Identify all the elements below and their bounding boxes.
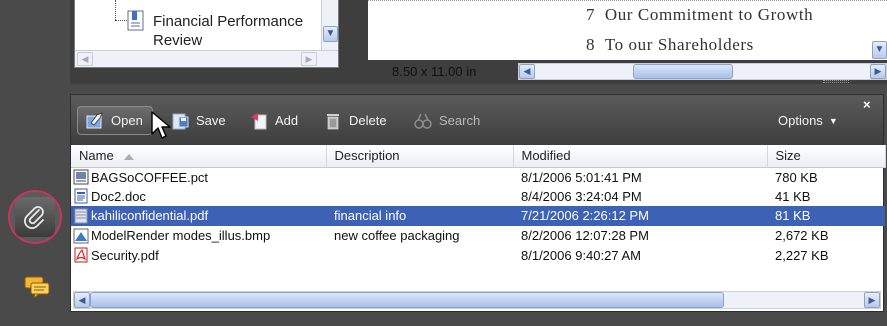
scrollbar-thumb[interactable]: [633, 64, 733, 79]
toc-entry: 7 Our Commitment to Growth: [586, 5, 814, 24]
sort-ascending-icon: [123, 153, 134, 160]
scroll-left-arrow[interactable]: ◀: [77, 52, 93, 66]
scroll-right-arrow[interactable]: ▶: [864, 292, 880, 308]
add-label: Add: [275, 113, 299, 128]
search-label: Search: [439, 113, 481, 128]
scroll-down-arrow[interactable]: ▼: [323, 26, 338, 42]
close-panel-button[interactable]: ×: [863, 97, 871, 112]
bookmarks-panel: Financial Performance Review ▼ ◀ ▶: [74, 0, 339, 68]
trash-icon: [327, 113, 339, 129]
save-label: Save: [196, 113, 226, 128]
scroll-left-arrow[interactable]: ◀: [74, 292, 90, 308]
scroll-left-arrow[interactable]: ◀: [519, 64, 535, 79]
column-header-size[interactable]: Size: [767, 145, 886, 168]
toc-entry: 8 To our Shareholders: [586, 35, 754, 54]
delete-button[interactable]: Delete: [316, 106, 402, 135]
table-header-row: Name Description Modified Size: [71, 145, 886, 168]
document-page: 7 Our Commitment to Growth 8 To our Shar…: [368, 0, 887, 60]
image-file-icon: [73, 169, 89, 185]
bitmap-file-icon: [73, 228, 89, 244]
page-size-readout: 8.50 x 11.00 in: [392, 64, 477, 79]
bookmarks-vertical-scrollbar[interactable]: ▼: [321, 0, 338, 50]
add-button[interactable]: Add: [242, 106, 312, 135]
paperclip-icon: [24, 206, 44, 229]
highlight-ring: [8, 190, 62, 244]
attachments-toolbar: Open Save Add Delete Search Options ▼ ×: [71, 95, 883, 145]
word-file-icon: [74, 188, 88, 204]
open-button[interactable]: Open: [77, 106, 153, 135]
table-row-selected[interactable]: kahiliconfidential.pdf financial info 7/…: [71, 206, 885, 226]
comments-icon[interactable]: [24, 276, 50, 298]
scroll-right-arrow[interactable]: ▶: [301, 52, 317, 66]
attachments-table: Name Description Modified Size BAGSoCOFF…: [71, 145, 886, 265]
attachments-horizontal-scrollbar[interactable]: ◀ ▶: [73, 291, 881, 309]
column-header-description[interactable]: Description: [326, 145, 514, 168]
options-menu-button[interactable]: Options ▼: [771, 106, 861, 135]
bookmarks-horizontal-scrollbar[interactable]: ◀ ▶: [75, 50, 338, 67]
attachments-nav-button[interactable]: [15, 197, 55, 237]
pdf-file-icon: [74, 247, 88, 263]
open-attachment-icon: [86, 111, 103, 128]
delete-label: Delete: [349, 113, 387, 128]
table-row[interactable]: Doc2.doc 8/4/2006 3:24:04 PM 41 KB: [71, 187, 885, 207]
table-row[interactable]: Security.pdf 8/1/2006 9:40:27 AM 2,227 K…: [71, 245, 885, 265]
column-header-name[interactable]: Name: [71, 145, 327, 168]
tree-line: [115, 0, 117, 20]
table-row[interactable]: ModelRender modes_illus.bmp new coffee p…: [71, 226, 885, 246]
top-pane: Financial Performance Review ▼ ◀ ▶ 7 Our…: [70, 0, 887, 84]
column-header-modified[interactable]: Modified: [513, 145, 768, 168]
save-button[interactable]: Save: [163, 106, 235, 135]
pane-splitter-grip[interactable]: [823, 80, 849, 83]
search-button[interactable]: Search: [406, 106, 500, 135]
navigation-pane: [0, 0, 70, 326]
options-label: Options: [778, 113, 823, 128]
secure-pdf-file-icon: [74, 208, 88, 224]
scrollbar-thumb[interactable]: [90, 292, 724, 308]
bookmark-item[interactable]: Financial Performance Review: [153, 12, 328, 50]
table-row[interactable]: BAGSoCOFFEE.pct 8/1/2006 5:01:41 PM 780 …: [71, 167, 885, 187]
scroll-down-arrow[interactable]: ▼: [872, 41, 887, 59]
tree-branch: [115, 20, 127, 21]
search-binoculars-icon: [414, 113, 432, 129]
add-file-icon: [251, 112, 267, 129]
open-label: Open: [111, 113, 143, 128]
scroll-right-arrow[interactable]: ▶: [870, 64, 886, 79]
save-attachment-icon: [172, 113, 189, 129]
dropdown-arrow-icon: ▼: [828, 115, 838, 126]
attachments-panel: Open Save Add Delete Search Options ▼ × …: [70, 94, 886, 312]
document-horizontal-scrollbar[interactable]: ◀ ▶: [518, 63, 887, 80]
bookmark-page-icon: [127, 10, 144, 31]
